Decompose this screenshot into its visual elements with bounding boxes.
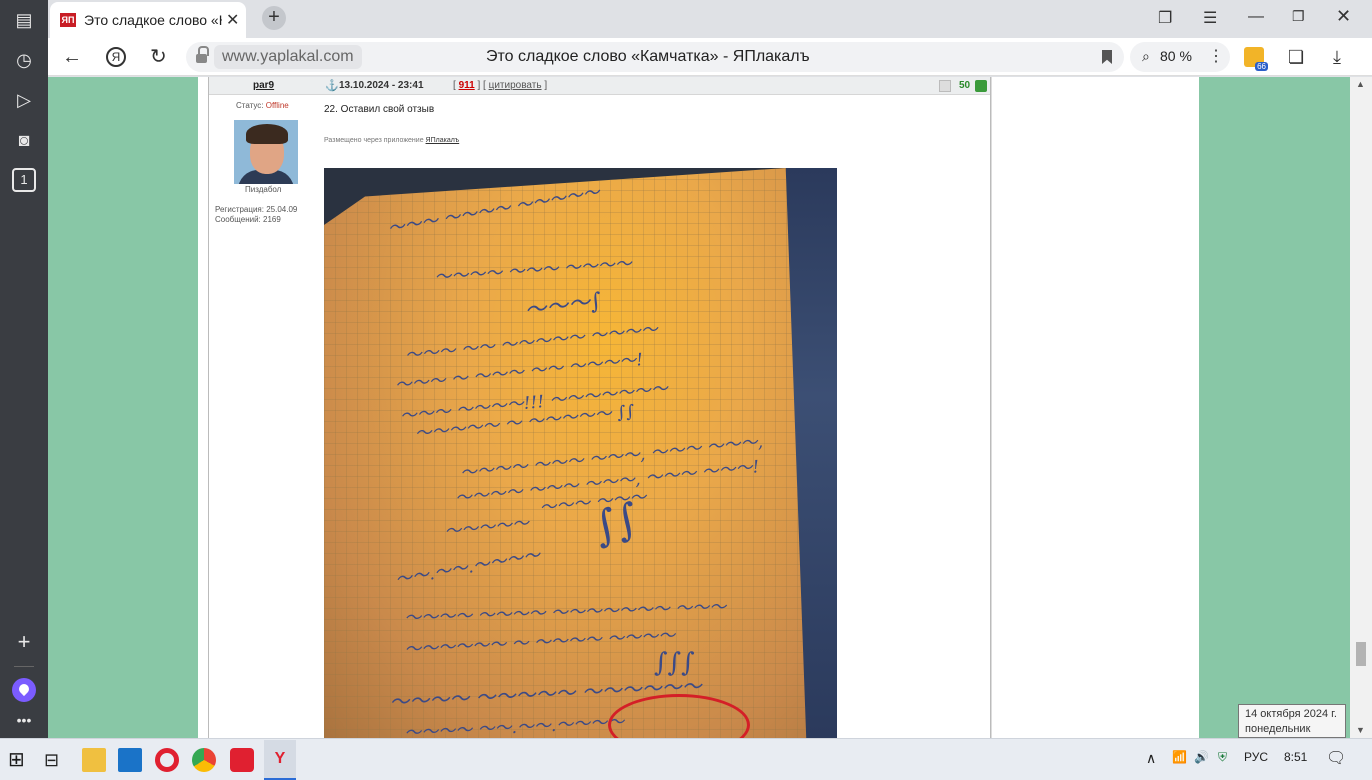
date-tooltip: 14 октября 2024 г. понедельник (1238, 704, 1346, 738)
user-status: Статус: Offline (236, 101, 289, 110)
page-title: Это сладкое слово «Камчатка» - ЯПлакалъ (486, 48, 810, 65)
restore-button[interactable]: ❐ (1292, 8, 1305, 25)
tab-strip: ЯП Это сладкое слово «Кам ✕ + ❐ ☰ — ❐ ✕ (48, 0, 1372, 38)
screenshot-icon[interactable]: ◙ (12, 128, 36, 152)
quote-link[interactable]: цитировать (489, 80, 542, 91)
status-label: Статус: (236, 101, 264, 110)
menu-icon[interactable]: ☰ (1203, 8, 1217, 28)
more-options-icon[interactable]: ⋮ (1208, 46, 1224, 66)
post-anchor-icon[interactable]: ⚓ (325, 79, 339, 92)
language-indicator[interactable]: РУС (1244, 750, 1268, 764)
bookmark-icon[interactable] (1102, 50, 1112, 64)
show-hidden-icon[interactable]: ∧ (1146, 750, 1156, 767)
opera-gx-icon[interactable] (230, 748, 254, 772)
address-bar[interactable]: www.yaplakal.com Это сладкое слово «Камч… (186, 42, 1124, 72)
tab-title: Это сладкое слово «Кам (84, 12, 222, 28)
security-icon[interactable]: ⛨ (1218, 750, 1227, 765)
avatar[interactable] (234, 120, 298, 184)
post-header: par9 ⚓ 13.10.2024 - 23:41 [ 911 ] [ цити… (209, 77, 990, 95)
start-icon[interactable]: ⊞ (8, 748, 32, 772)
scroll-down-icon[interactable]: ▼ (1356, 725, 1365, 735)
rating-plus-icon[interactable] (975, 80, 987, 92)
taskbar: ⊞ ⊟ Y ∧ 📶 🔊 ⛨ РУС 8:51 🗨 (0, 738, 1372, 780)
tooltip-date: 14 октября 2024 г. (1245, 708, 1337, 720)
opera-icon[interactable] (155, 748, 179, 772)
clock[interactable]: 8:51 (1284, 750, 1307, 764)
volume-icon[interactable]: 🔊 (1194, 750, 1209, 764)
new-tab-button[interactable]: + (262, 6, 286, 30)
forum-post: par9 ⚓ 13.10.2024 - 23:41 [ 911 ] [ цити… (208, 77, 991, 738)
yandex-home-icon[interactable]: Я (106, 47, 126, 67)
rating-minus-icon[interactable] (939, 80, 951, 92)
reload-icon[interactable]: ↻ (150, 46, 167, 68)
collections-icon[interactable]: ▤ (12, 8, 36, 32)
extension-icon[interactable]: 66 (1244, 47, 1268, 71)
navigation-bar: ← Я ↻ www.yaplakal.com Это сладкое слово… (48, 38, 1372, 76)
posted-via: Размещено через приложение ЯПлакалъ (324, 137, 459, 144)
minimize-button[interactable]: — (1248, 8, 1264, 26)
post-text: 22. Оставил свой отзыв (324, 104, 435, 115)
post-number-link[interactable]: 911 (459, 80, 475, 91)
file-explorer-icon[interactable] (82, 748, 106, 772)
app-link[interactable]: ЯПлакалъ (426, 137, 460, 144)
sidebar-divider (14, 666, 34, 667)
posted-via-label: Размещено через приложение (324, 137, 424, 144)
post-username[interactable]: par9 (253, 80, 274, 91)
task-view-icon[interactable]: ⊟ (44, 748, 68, 772)
back-icon[interactable]: ← (62, 46, 82, 68)
tooltip-weekday: понедельник (1245, 723, 1311, 735)
extension-badge: 66 (1255, 62, 1268, 71)
zoom-level: 80 % (1160, 48, 1192, 64)
post-rating: 50 (939, 79, 987, 93)
close-window-button[interactable]: ✕ (1336, 6, 1351, 27)
status-value: Offline (265, 101, 289, 110)
download-icon[interactable]: ⤓ (1333, 47, 1353, 67)
page-scrollbar[interactable]: ▲ ▼ (1350, 77, 1372, 738)
network-icon[interactable]: 📶 (1172, 750, 1187, 764)
close-tab-icon[interactable]: ✕ (226, 10, 239, 30)
site-favicon-icon: ЯП (60, 13, 76, 27)
alice-assistant-icon[interactable] (12, 678, 36, 702)
url-domain: www.yaplakal.com (214, 45, 362, 69)
tab-counter-icon[interactable]: 1 (12, 168, 36, 192)
scroll-thumb[interactable] (1356, 642, 1366, 666)
avatar-hair (246, 124, 288, 144)
lock-icon (196, 46, 209, 63)
active-tab[interactable]: ЯП Это сладкое слово «Кам ✕ (50, 2, 246, 38)
video-icon[interactable]: ▷ (12, 88, 36, 112)
notifications-icon[interactable]: 🗨 (1326, 748, 1346, 768)
chrome-icon[interactable] (192, 748, 216, 772)
more-icon[interactable]: ••• (12, 708, 36, 732)
user-stats: Регистрация: 25.04.09 Сообщений: 2169 (215, 205, 297, 225)
scroll-up-icon[interactable]: ▲ (1356, 79, 1365, 89)
user-messages: Сообщений: 2169 (215, 215, 281, 224)
browser-sidebar: ▤ ◷ ▷ ◙ 1 + ••• (0, 0, 48, 738)
tabs-panel-icon[interactable]: ❐ (1158, 8, 1172, 28)
mail-icon[interactable] (118, 748, 142, 772)
collections-toolbar-icon[interactable]: ❏ (1288, 47, 1308, 67)
rating-value: 50 (959, 80, 971, 91)
search-icon: ⌕ (1142, 48, 1150, 64)
zoom-control[interactable]: ⌕ 80 % ⋮ (1130, 42, 1230, 72)
history-icon[interactable]: ◷ (12, 48, 36, 72)
right-sidebar (991, 77, 1199, 738)
user-registered: Регистрация: 25.04.09 (215, 205, 298, 214)
page-background: par9 ⚓ 13.10.2024 - 23:41 [ 911 ] [ цити… (48, 77, 1350, 738)
add-icon[interactable]: + (12, 630, 36, 654)
post-date: 13.10.2024 - 23:41 (339, 80, 424, 91)
post-photo[interactable]: ～～～ ～～～～ ～～～～～ ～～～～ ～～～ ～～～～ ～～～∫ ～～～ ～～… (324, 168, 837, 738)
post-links: [ 911 ] [ цитировать ] (453, 80, 548, 91)
yandex-browser-icon[interactable]: Y (264, 740, 296, 780)
user-rank: Пиздабол (245, 185, 282, 194)
